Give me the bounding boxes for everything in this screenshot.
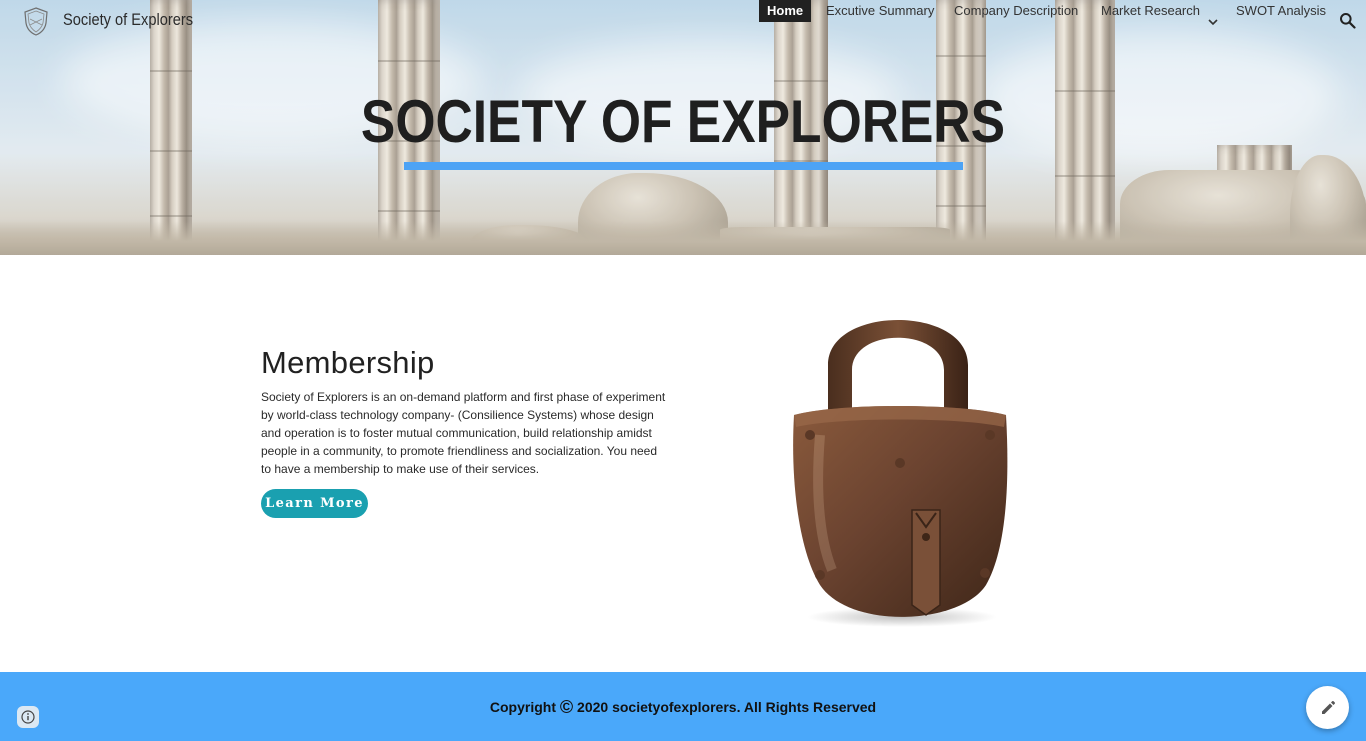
copyright-prefix: Copyright <box>489 699 556 715</box>
site-name[interactable]: Society of Explorers <box>63 10 193 30</box>
copyright-text: Copyright © 2020 societyofexplorers. All… <box>0 697 1366 718</box>
info-icon[interactable] <box>17 706 39 728</box>
page-title: SOCIETY OF EXPLORERS <box>360 88 1006 155</box>
nav-swot-analysis[interactable]: SWOT Analysis <box>1236 0 1326 22</box>
chevron-down-icon[interactable] <box>1207 15 1219 27</box>
pencil-icon[interactable] <box>1306 686 1349 729</box>
nav-home[interactable]: Home <box>759 0 812 22</box>
copyright-suffix: 2020 societyofexplorers. All Rights Rese… <box>577 699 877 715</box>
learn-more-button[interactable]: Learn More <box>261 489 368 518</box>
shield-logo-icon[interactable] <box>22 6 50 36</box>
padlock-image <box>780 285 1020 630</box>
nav-executive-summary[interactable]: Excutive Summary <box>826 0 934 22</box>
title-underline <box>404 162 963 170</box>
site-footer: Copyright © 2020 societyofexplorers. All… <box>0 672 1366 741</box>
copyright-symbol: © <box>559 697 574 717</box>
membership-heading: Membership <box>261 345 435 380</box>
membership-description: Society of Explorers is an on-demand pla… <box>261 390 666 476</box>
nav-market-research[interactable]: Market Research <box>1101 0 1200 22</box>
search-icon[interactable] <box>1339 12 1356 29</box>
nav-company-description[interactable]: Company Description <box>954 0 1078 22</box>
site-header: Society of Explorers Home Excutive Summa… <box>0 0 1366 42</box>
